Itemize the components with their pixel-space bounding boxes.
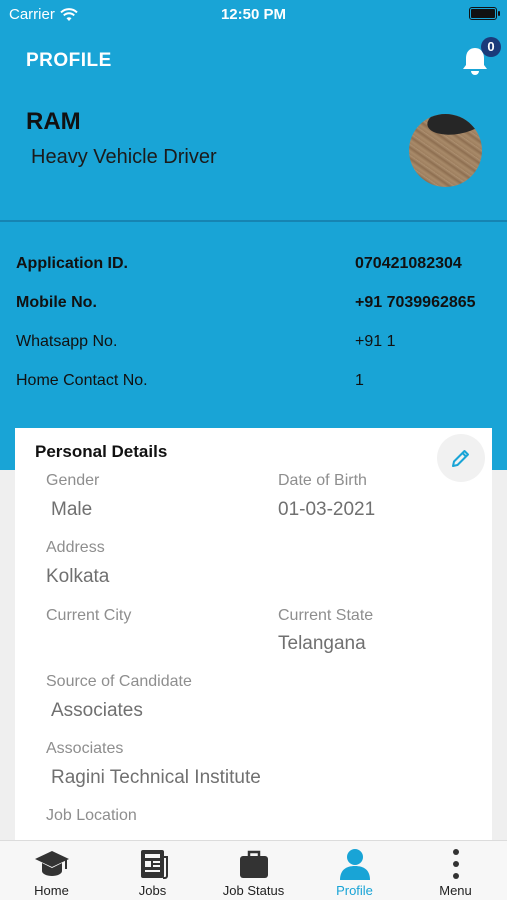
tab-label: Jobs	[138, 883, 167, 898]
source-value: Associates	[51, 700, 143, 721]
tab-label: Menu	[439, 883, 472, 898]
bottom-tab-bar: Home Jobs Job Status Profile Menu	[0, 840, 507, 900]
gender-value: Male	[51, 499, 93, 520]
header-divider	[0, 220, 507, 222]
info-row-mobile: Mobile No. +91 7039962865	[16, 294, 496, 318]
info-value: +91 1	[355, 333, 396, 350]
tab-jobs[interactable]: Jobs	[102, 841, 203, 900]
gender-label: Gender	[46, 472, 100, 489]
tab-menu[interactable]: Menu	[405, 841, 506, 900]
source-label: Source of Candidate	[46, 673, 192, 690]
info-label: Home Contact No.	[16, 372, 148, 389]
graduation-cap-icon	[34, 846, 70, 882]
page-title: PROFILE	[26, 50, 112, 71]
edit-personal-details-button[interactable]	[437, 434, 485, 482]
address-value: Kolkata	[46, 566, 110, 587]
job-location-label: Job Location	[46, 807, 137, 824]
info-value: 070421082304	[355, 255, 462, 272]
associates-value: Ragini Technical Institute	[51, 767, 261, 788]
tab-label: Profile	[336, 883, 373, 898]
info-value: 1	[355, 372, 364, 389]
info-label: Mobile No.	[16, 294, 97, 311]
info-row-whatsapp: Whatsapp No. +91 1	[16, 333, 496, 357]
briefcase-icon	[236, 846, 272, 882]
dob-label: Date of Birth	[278, 472, 367, 489]
notification-count-badge: 0	[481, 37, 501, 57]
pencil-icon	[452, 450, 469, 467]
status-time: 12:50 PM	[220, 6, 287, 23]
associates-label: Associates	[46, 740, 124, 757]
newspaper-icon	[135, 846, 171, 882]
info-label: Application ID.	[16, 255, 128, 272]
tab-label: Job Status	[222, 883, 285, 898]
status-bar: Carrier 12:50 PM	[0, 0, 507, 28]
current-city-label: Current City	[46, 607, 132, 624]
current-state-value: Telangana	[278, 633, 366, 654]
tab-home[interactable]: Home	[1, 841, 102, 900]
dob-value: 01-03-2021	[278, 499, 376, 520]
info-label: Whatsapp No.	[16, 333, 118, 350]
profile-name: RAM	[26, 108, 81, 135]
profile-role: Heavy Vehicle Driver	[31, 146, 217, 168]
address-label: Address	[46, 539, 105, 556]
current-state-label: Current State	[278, 607, 374, 624]
personal-details-title: Personal Details	[35, 442, 168, 461]
tab-job-status[interactable]: Job Status	[203, 841, 304, 900]
info-value: +91 7039962865	[355, 294, 476, 311]
info-row-application-id: Application ID. 070421082304	[16, 255, 496, 279]
info-row-home-contact: Home Contact No. 1	[16, 372, 496, 396]
user-icon	[337, 846, 373, 882]
tab-label: Home	[34, 883, 69, 898]
avatar[interactable]	[409, 114, 482, 187]
tab-profile[interactable]: Profile	[304, 841, 405, 900]
personal-details-card: Personal Details Gender Male Date of Bir…	[15, 428, 492, 840]
battery-icon	[469, 7, 500, 20]
more-vertical-icon	[438, 846, 474, 882]
